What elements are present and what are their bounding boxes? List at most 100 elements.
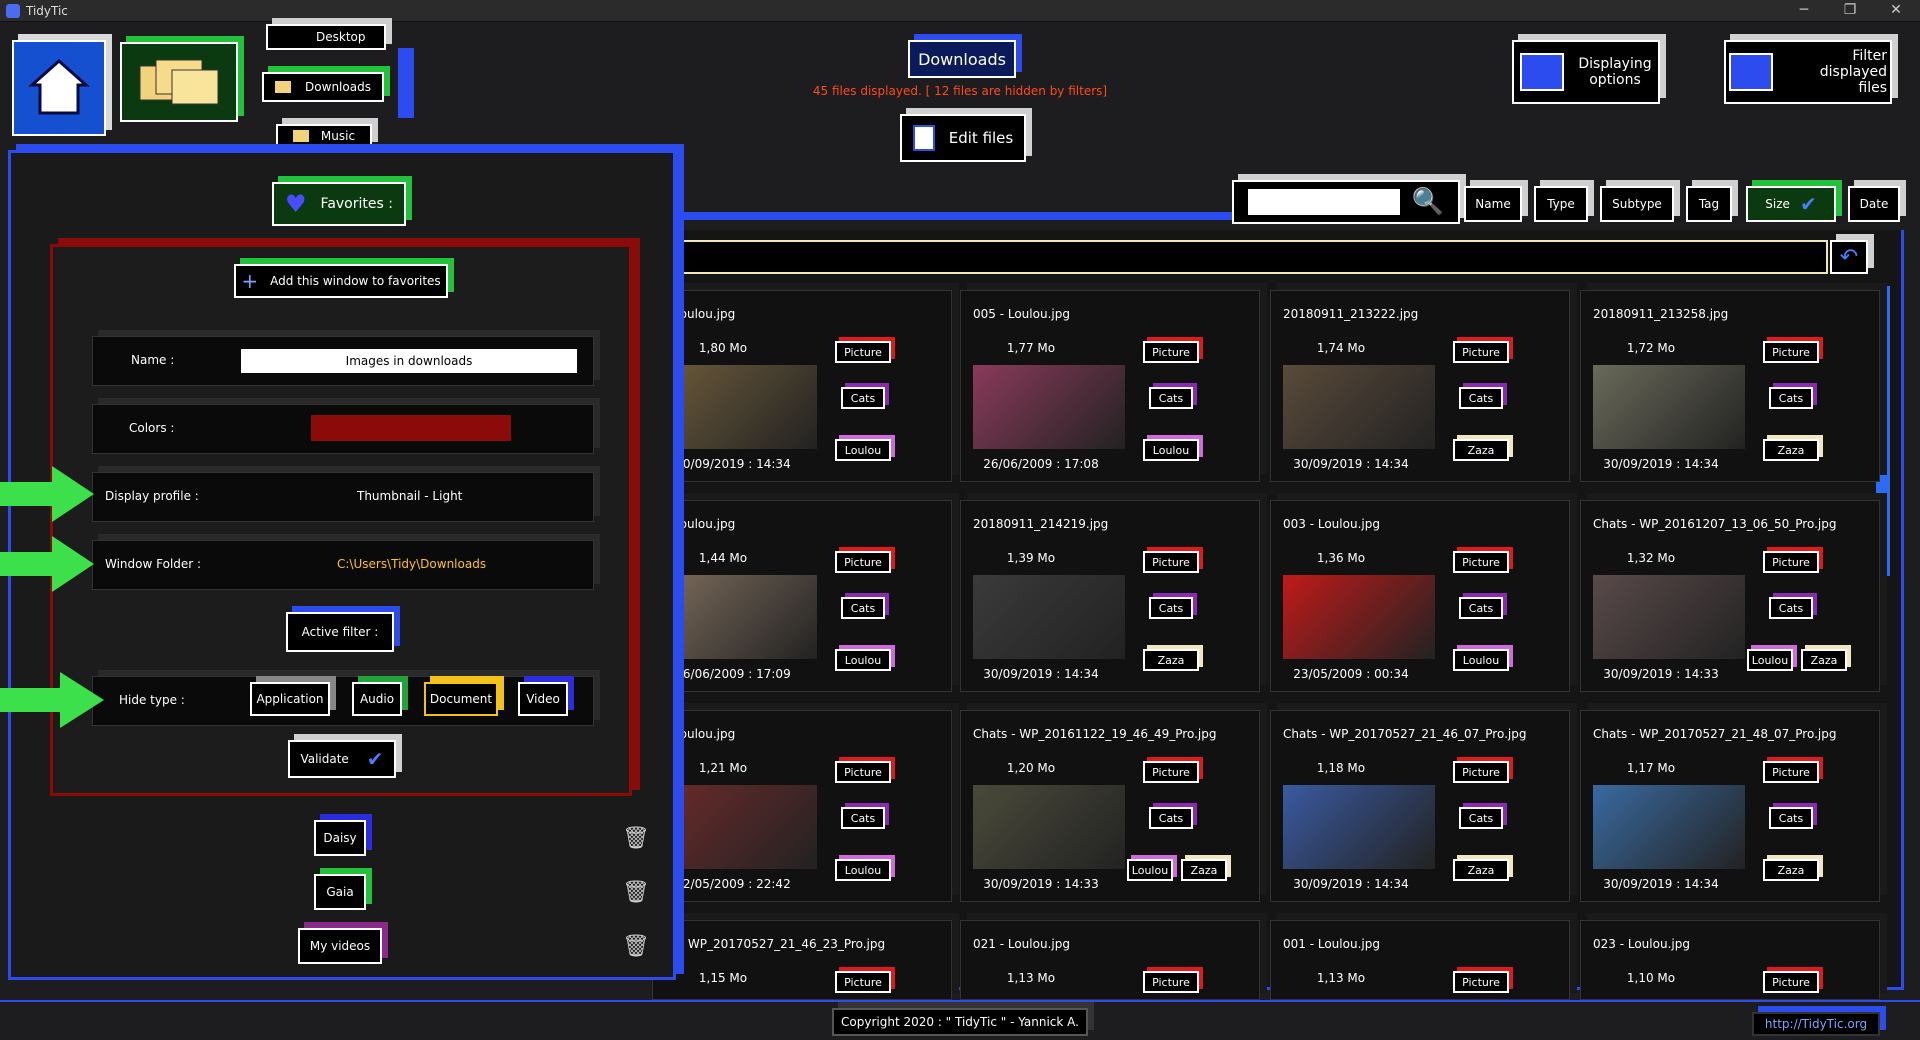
file-tag[interactable]: Zaza [1763,439,1819,461]
file-tag[interactable]: Cats [1149,597,1193,619]
file-tag[interactable]: Picture [835,971,891,993]
file-tag[interactable]: Picture [1453,341,1509,363]
file-tag[interactable]: Loulou [1127,859,1173,881]
back-button[interactable]: ↶ [1830,240,1868,274]
file-thumbnail[interactable] [1593,575,1745,659]
hide-application-toggle[interactable]: Application [250,682,330,716]
file-thumbnail[interactable] [665,785,817,869]
validate-button[interactable]: Validate ✔ [288,740,396,778]
file-tag[interactable]: Loulou [1747,649,1793,671]
file-tag[interactable]: Picture [1763,761,1819,783]
file-tag[interactable]: Cats [1149,807,1193,829]
hide-video-toggle[interactable]: Video [518,682,568,716]
file-thumbnail[interactable] [1283,575,1435,659]
file-tag[interactable]: Cats [841,387,885,409]
file-thumbnail[interactable] [1593,785,1745,869]
file-card[interactable]: Chats - WP_20161207_13_06_50_Pro.jpg 1,32… [1580,500,1880,692]
sort-size-button[interactable]: Size ✔ [1746,186,1836,222]
file-thumbnail[interactable] [1283,785,1435,869]
file-tag[interactable]: Cats [1769,387,1813,409]
close-button[interactable]: ✕ [1876,2,1916,18]
file-card[interactable]: 003 - Loulou.jpg 1,36 Mo 23/05/2009 : 00:3… [1270,500,1570,692]
restore-button[interactable]: ❐ [1830,2,1870,18]
file-tag[interactable]: Picture [1143,761,1199,783]
sort-name-button[interactable]: Name [1464,186,1522,222]
favorite-name-input[interactable] [241,349,577,373]
color-swatch[interactable] [311,415,511,441]
file-tag[interactable]: Loulou [1143,439,1199,461]
file-tag[interactable]: Cats [1459,387,1503,409]
window-folder-row[interactable]: Window Folder : C:\Users\Tidy\Downloads [92,540,594,590]
nav-downloads-button[interactable]: Downloads [262,72,384,102]
file-card[interactable]: Chats - WP_20170527_21_46_07_Pro.jpg 1,18… [1270,710,1570,902]
file-thumbnail[interactable] [973,365,1125,449]
file-tag[interactable]: Picture [1763,971,1819,993]
edit-files-button[interactable]: Edit files [900,114,1026,162]
sort-type-button[interactable]: Type [1534,186,1588,222]
file-tag[interactable]: Cats [841,807,885,829]
file-tag[interactable]: Cats [1769,807,1813,829]
file-tag[interactable]: Loulou [835,859,891,881]
file-tag[interactable]: Picture [1453,551,1509,573]
file-card[interactable]: 20180911_213258.jpg 1,72 Mo 30/09/2019 : 1… [1580,290,1880,482]
file-card[interactable]: 005 - Loulou.jpg 1,77 Mo 26/06/2009 : 17:0… [960,290,1260,482]
add-to-favorites-button[interactable]: + Add this window to favorites [234,264,448,298]
file-thumbnail[interactable] [665,365,817,449]
delete-favorite-icon[interactable]: 🗑 [622,934,650,964]
file-thumbnail[interactable] [665,575,817,659]
file-tag[interactable]: Picture [835,761,891,783]
file-tag[interactable]: Cats [841,597,885,619]
nav-music-button[interactable]: Music [276,124,372,148]
file-tag[interactable]: Cats [1149,387,1193,409]
file-card[interactable]: - Loulou.jpg 1,21 Mo 22/05/2009 : 22:42 Pic… [652,710,952,902]
file-thumbnail[interactable] [973,575,1125,659]
file-card[interactable]: 001 - Loulou.jpg 1,13 Mo Picture [1270,920,1570,1000]
sort-tag-button[interactable]: Tag [1686,186,1732,222]
file-tag[interactable]: Zaza [1143,649,1199,671]
saved-favorite-button[interactable]: My videos [298,928,382,964]
filter-displayed-files-button[interactable]: Filter displayed files [1724,40,1892,104]
file-tag[interactable]: Picture [1763,551,1819,573]
file-tag[interactable]: Picture [1453,971,1509,993]
hide-audio-toggle[interactable]: Audio [352,682,402,716]
minimize-button[interactable]: ─ [1784,2,1824,18]
file-card[interactable]: Chats - WP_20170527_21_48_07_Pro.jpg 1,17… [1580,710,1880,902]
file-card[interactable]: 023 - Loulou.jpg 1,10 Mo Picture [1580,920,1880,1000]
file-tag[interactable]: Picture [1453,761,1509,783]
file-tag[interactable]: Loulou [835,649,891,671]
delete-favorite-icon[interactable]: 🗑 [622,880,650,910]
file-tag[interactable]: Picture [1143,971,1199,993]
home-button[interactable] [12,40,106,136]
file-card[interactable]: - Loulou.jpg 1,80 Mo 30/09/2019 : 14:34 Pic… [652,290,952,482]
display-profile-row[interactable]: Display profile : Thumbnail - Light [92,472,594,522]
file-tag[interactable]: Zaza [1181,859,1227,881]
file-tag[interactable]: Loulou [1453,649,1509,671]
file-tag[interactable]: Zaza [1763,859,1819,881]
website-link[interactable]: http://TidyTic.org [1752,1012,1880,1036]
file-tag[interactable]: Picture [835,551,891,573]
active-filter-button[interactable]: Active filter : [286,612,394,652]
saved-favorite-button[interactable]: Gaia [314,874,366,910]
sort-subtype-button[interactable]: Subtype [1600,186,1674,222]
file-card[interactable]: 20180911_214219.jpg 1,39 Mo 30/09/2019 : 1… [960,500,1260,692]
file-tag[interactable]: Cats [1769,597,1813,619]
file-tag[interactable]: Zaza [1453,859,1509,881]
file-thumbnail[interactable] [973,785,1125,869]
hide-document-toggle[interactable]: Document [424,682,498,716]
file-thumbnail[interactable] [1593,365,1745,449]
displaying-options-button[interactable]: Displaying options [1512,40,1660,104]
file-card[interactable]: - Loulou.jpg 1,44 Mo 26/06/2009 : 17:09 Pic… [652,500,952,692]
file-tag[interactable]: Cats [1459,807,1503,829]
sort-date-button[interactable]: Date [1848,186,1900,222]
file-tag[interactable]: Cats [1459,597,1503,619]
saved-favorite-button[interactable]: Daisy [314,820,366,856]
file-card[interactable]: 20180911_213222.jpg 1,74 Mo 30/09/2019 : 1… [1270,290,1570,482]
file-thumbnail[interactable] [1283,365,1435,449]
search-input[interactable] [1247,189,1400,215]
delete-favorite-icon[interactable]: 🗑 [622,826,650,856]
file-card[interactable]: 021 - Loulou.jpg 1,13 Mo Picture [960,920,1260,1000]
file-card[interactable]: ts - WP_20170527_21_46_23_Pro.jpg 1,15 Mo… [652,920,952,1000]
file-tag[interactable]: Picture [1143,341,1199,363]
file-card[interactable]: Chats - WP_20161122_19_46_49_Pro.jpg 1,20… [960,710,1260,902]
file-tag[interactable]: Zaza [1801,649,1847,671]
